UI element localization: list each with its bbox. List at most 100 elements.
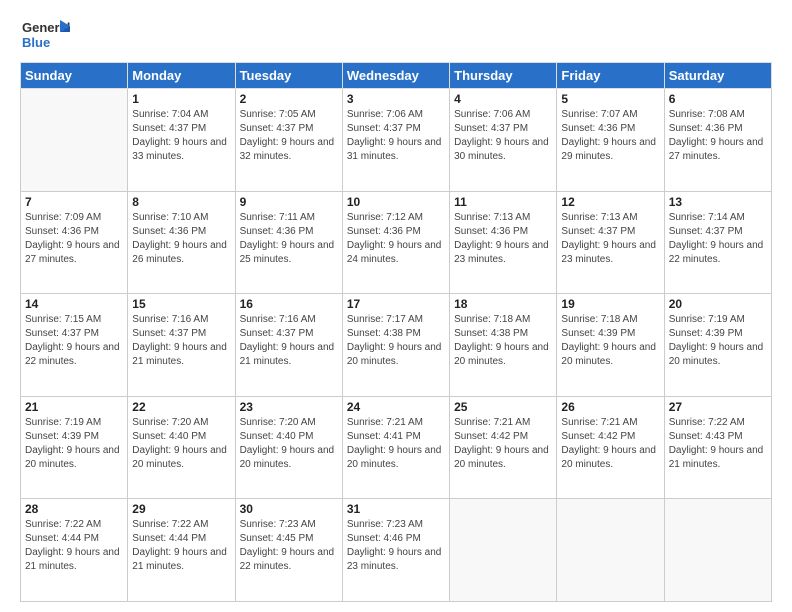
- calendar-cell: 19 Sunrise: 7:18 AMSunset: 4:39 PMDayligh…: [557, 294, 664, 397]
- day-number: 25: [454, 400, 552, 414]
- day-number: 30: [240, 502, 338, 516]
- day-number: 12: [561, 195, 659, 209]
- header: General Blue: [20, 16, 772, 54]
- calendar-week-0: 1 Sunrise: 7:04 AMSunset: 4:37 PMDaylight…: [21, 89, 772, 192]
- calendar-cell: [21, 89, 128, 192]
- day-number: 13: [669, 195, 767, 209]
- calendar-cell: 6 Sunrise: 7:08 AMSunset: 4:36 PMDaylight…: [664, 89, 771, 192]
- day-number: 23: [240, 400, 338, 414]
- calendar-cell: 3Sunrise: 7:06 AMSunset: 4:37 PMDaylight…: [342, 89, 449, 192]
- logo-icon: General Blue: [20, 16, 72, 54]
- day-info: Sunrise: 7:12 AMSunset: 4:36 PMDaylight:…: [347, 211, 445, 267]
- calendar-cell: 29 Sunrise: 7:22 AMSunset: 4:44 PMDayligh…: [128, 499, 235, 602]
- day-number: 1: [132, 92, 230, 106]
- calendar-cell: 24 Sunrise: 7:21 AMSunset: 4:41 PMDayligh…: [342, 396, 449, 499]
- svg-text:Blue: Blue: [22, 35, 50, 50]
- day-info: Sunrise: 7:19 AMSunset: 4:39 PMDaylight:…: [669, 313, 767, 369]
- calendar-cell: 27 Sunrise: 7:22 AMSunset: 4:43 PMDayligh…: [664, 396, 771, 499]
- day-number: 7: [25, 195, 123, 209]
- day-number: 15: [132, 297, 230, 311]
- calendar-week-1: 7 Sunrise: 7:09 AMSunset: 4:36 PMDaylight…: [21, 191, 772, 294]
- day-info: Sunrise: 7:06 AMSunset: 4:37 PMDaylight:…: [454, 108, 552, 164]
- day-number: 24: [347, 400, 445, 414]
- day-info: Sunrise: 7:23 AMSunset: 4:45 PMDaylight:…: [240, 518, 338, 574]
- calendar-week-2: 14 Sunrise: 7:15 AMSunset: 4:37 PMDayligh…: [21, 294, 772, 397]
- calendar-header-row: SundayMondayTuesdayWednesdayThursdayFrid…: [21, 63, 772, 89]
- day-number: 19: [561, 297, 659, 311]
- day-number: 22: [132, 400, 230, 414]
- day-info: Sunrise: 7:09 AMSunset: 4:36 PMDaylight:…: [25, 211, 123, 267]
- col-monday: Monday: [128, 63, 235, 89]
- calendar-cell: 26 Sunrise: 7:21 AMSunset: 4:42 PMDayligh…: [557, 396, 664, 499]
- calendar-cell: 20 Sunrise: 7:19 AMSunset: 4:39 PMDayligh…: [664, 294, 771, 397]
- calendar-cell: 28 Sunrise: 7:22 AMSunset: 4:44 PMDayligh…: [21, 499, 128, 602]
- calendar-cell: 15Sunrise: 7:16 AMSunset: 4:37 PMDayligh…: [128, 294, 235, 397]
- calendar-cell: 1 Sunrise: 7:04 AMSunset: 4:37 PMDaylight…: [128, 89, 235, 192]
- day-info: Sunrise: 7:11 AMSunset: 4:36 PMDaylight:…: [240, 211, 338, 267]
- day-number: 28: [25, 502, 123, 516]
- day-info: Sunrise: 7:21 AMSunset: 4:42 PMDaylight:…: [561, 416, 659, 472]
- calendar-cell: 13Sunrise: 7:14 AMSunset: 4:37 PMDayligh…: [664, 191, 771, 294]
- calendar-cell: 17 Sunrise: 7:17 AMSunset: 4:38 PMDayligh…: [342, 294, 449, 397]
- day-number: 20: [669, 297, 767, 311]
- day-number: 10: [347, 195, 445, 209]
- calendar-cell: [664, 499, 771, 602]
- col-wednesday: Wednesday: [342, 63, 449, 89]
- calendar-cell: [450, 499, 557, 602]
- day-number: 27: [669, 400, 767, 414]
- day-info: Sunrise: 7:19 AMSunset: 4:39 PMDaylight:…: [25, 416, 123, 472]
- day-number: 8: [132, 195, 230, 209]
- day-info: Sunrise: 7:21 AMSunset: 4:41 PMDaylight:…: [347, 416, 445, 472]
- calendar-cell: 22 Sunrise: 7:20 AMSunset: 4:40 PMDayligh…: [128, 396, 235, 499]
- day-number: 11: [454, 195, 552, 209]
- calendar-cell: 31Sunrise: 7:23 AMSunset: 4:46 PMDayligh…: [342, 499, 449, 602]
- day-info: Sunrise: 7:22 AMSunset: 4:44 PMDaylight:…: [132, 518, 230, 574]
- day-info: Sunrise: 7:22 AMSunset: 4:44 PMDaylight:…: [25, 518, 123, 574]
- day-number: 31: [347, 502, 445, 516]
- col-friday: Friday: [557, 63, 664, 89]
- calendar-table: SundayMondayTuesdayWednesdayThursdayFrid…: [20, 62, 772, 602]
- day-info: Sunrise: 7:13 AMSunset: 4:36 PMDaylight:…: [454, 211, 552, 267]
- day-info: Sunrise: 7:15 AMSunset: 4:37 PMDaylight:…: [25, 313, 123, 369]
- day-info: Sunrise: 7:16 AMSunset: 4:37 PMDaylight:…: [240, 313, 338, 369]
- day-info: Sunrise: 7:13 AMSunset: 4:37 PMDaylight:…: [561, 211, 659, 267]
- day-number: 17: [347, 297, 445, 311]
- calendar-cell: 2 Sunrise: 7:05 AMSunset: 4:37 PMDaylight…: [235, 89, 342, 192]
- col-thursday: Thursday: [450, 63, 557, 89]
- calendar-cell: 8 Sunrise: 7:10 AMSunset: 4:36 PMDaylight…: [128, 191, 235, 294]
- day-number: 29: [132, 502, 230, 516]
- day-number: 26: [561, 400, 659, 414]
- calendar-cell: 25 Sunrise: 7:21 AMSunset: 4:42 PMDayligh…: [450, 396, 557, 499]
- day-info: Sunrise: 7:22 AMSunset: 4:43 PMDaylight:…: [669, 416, 767, 472]
- calendar-cell: 23 Sunrise: 7:20 AMSunset: 4:40 PMDayligh…: [235, 396, 342, 499]
- calendar-cell: [557, 499, 664, 602]
- calendar-week-4: 28 Sunrise: 7:22 AMSunset: 4:44 PMDayligh…: [21, 499, 772, 602]
- day-info: Sunrise: 7:05 AMSunset: 4:37 PMDaylight:…: [240, 108, 338, 164]
- day-info: Sunrise: 7:21 AMSunset: 4:42 PMDaylight:…: [454, 416, 552, 472]
- calendar-cell: 12 Sunrise: 7:13 AMSunset: 4:37 PMDayligh…: [557, 191, 664, 294]
- day-number: 18: [454, 297, 552, 311]
- day-number: 2: [240, 92, 338, 106]
- calendar-cell: 9Sunrise: 7:11 AMSunset: 4:36 PMDaylight…: [235, 191, 342, 294]
- col-sunday: Sunday: [21, 63, 128, 89]
- day-info: Sunrise: 7:07 AMSunset: 4:36 PMDaylight:…: [561, 108, 659, 164]
- day-info: Sunrise: 7:10 AMSunset: 4:36 PMDaylight:…: [132, 211, 230, 267]
- calendar-cell: 7 Sunrise: 7:09 AMSunset: 4:36 PMDaylight…: [21, 191, 128, 294]
- col-saturday: Saturday: [664, 63, 771, 89]
- calendar-cell: 5 Sunrise: 7:07 AMSunset: 4:36 PMDaylight…: [557, 89, 664, 192]
- day-number: 6: [669, 92, 767, 106]
- day-info: Sunrise: 7:18 AMSunset: 4:39 PMDaylight:…: [561, 313, 659, 369]
- day-number: 21: [25, 400, 123, 414]
- day-number: 14: [25, 297, 123, 311]
- day-info: Sunrise: 7:08 AMSunset: 4:36 PMDaylight:…: [669, 108, 767, 164]
- day-number: 16: [240, 297, 338, 311]
- day-info: Sunrise: 7:20 AMSunset: 4:40 PMDaylight:…: [132, 416, 230, 472]
- calendar-cell: 30 Sunrise: 7:23 AMSunset: 4:45 PMDayligh…: [235, 499, 342, 602]
- calendar-cell: 10 Sunrise: 7:12 AMSunset: 4:36 PMDayligh…: [342, 191, 449, 294]
- day-number: 5: [561, 92, 659, 106]
- day-info: Sunrise: 7:20 AMSunset: 4:40 PMDaylight:…: [240, 416, 338, 472]
- day-info: Sunrise: 7:04 AMSunset: 4:37 PMDaylight:…: [132, 108, 230, 164]
- day-info: Sunrise: 7:17 AMSunset: 4:38 PMDaylight:…: [347, 313, 445, 369]
- day-info: Sunrise: 7:18 AMSunset: 4:38 PMDaylight:…: [454, 313, 552, 369]
- logo: General Blue: [20, 16, 72, 54]
